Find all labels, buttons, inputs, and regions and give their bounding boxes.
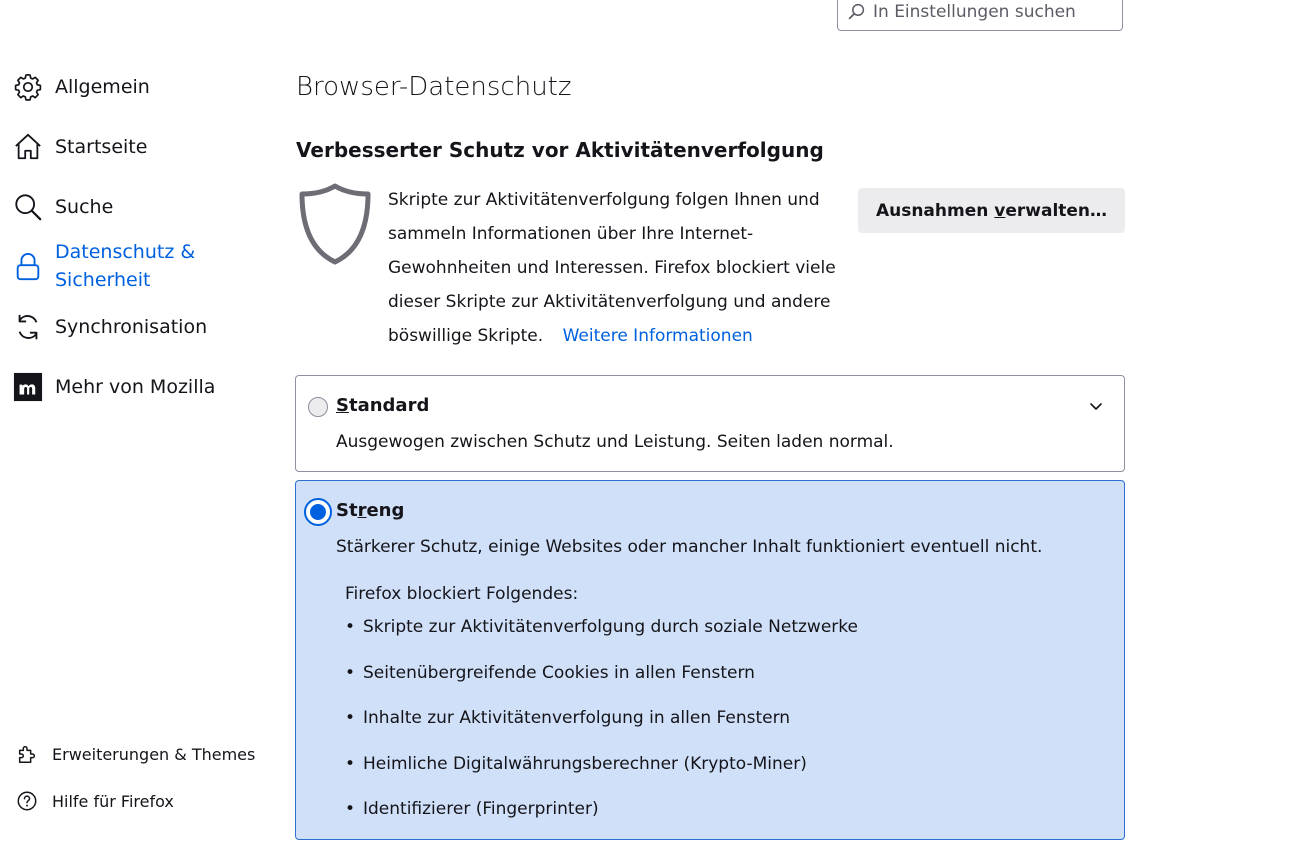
home-icon <box>12 131 43 162</box>
strict-title: Streng <box>336 500 404 521</box>
sync-icon <box>12 311 43 342</box>
mozilla-icon <box>12 371 43 402</box>
etp-heading: Verbesserter Schutz vor Aktivitätenverfo… <box>296 138 824 162</box>
standard-title: Standard <box>336 395 429 416</box>
learn-more-link[interactable]: Weitere Informationen <box>563 326 753 346</box>
puzzle-icon <box>18 745 36 763</box>
sidebar-item-sync[interactable]: Synchronisation <box>12 311 207 342</box>
manage-exceptions-button[interactable]: Ausnahmen verwalten… <box>858 188 1125 233</box>
standard-radio[interactable] <box>308 397 328 417</box>
sidebar-item-label: Synchronisation <box>55 315 208 338</box>
help-icon <box>17 791 37 811</box>
list-item: Seitenübergreifende Cookies in allen Fen… <box>345 663 858 709</box>
list-item: Inhalte zur Aktivitätenverfolgung in all… <box>345 708 858 754</box>
sidebar-item-privacy[interactable]: Datenschutz & Sicherheit <box>12 238 195 294</box>
sidebar-item-help[interactable]: Hilfe für Firefox <box>16 790 174 812</box>
sidebar-item-extensions[interactable]: Erweiterungen & Themes <box>16 743 255 765</box>
button-label-part: Ausnahmen <box>875 200 995 221</box>
search-icon <box>848 3 865 20</box>
access-key: S <box>336 395 349 416</box>
strict-option-card[interactable]: Streng Stärkerer Schutz, einige Websites… <box>295 480 1125 840</box>
sidebar-item-more-mozilla[interactable]: Mehr von Mozilla <box>12 371 215 402</box>
sidebar-item-label: Allgemein <box>55 75 150 98</box>
lock-icon <box>12 251 43 282</box>
sidebar-item-label: Mehr von Mozilla <box>55 375 216 398</box>
sidebar-item-label: Hilfe für Firefox <box>52 791 174 811</box>
blocks-heading: Firefox blockiert Folgendes: <box>345 584 579 604</box>
standard-option-card[interactable]: Standard Ausgewogen zwischen Schutz und … <box>295 375 1125 472</box>
access-key: v <box>994 200 1006 221</box>
standard-description: Ausgewogen zwischen Schutz und Leistung.… <box>336 432 894 452</box>
sidebar-item-search[interactable]: Suche <box>12 191 113 222</box>
list-item: Skripte zur Aktivitätenverfolgung durch … <box>345 617 858 663</box>
gear-icon <box>12 71 43 102</box>
search-icon <box>12 191 43 222</box>
sidebar-item-label-line2: Sicherheit <box>55 269 151 291</box>
list-item: Identifizierer (Fingerprinter) <box>345 799 858 845</box>
title-part: St <box>336 500 358 521</box>
sidebar-item-label: Datenschutz & <box>55 241 196 263</box>
button-label-part: erwalten… <box>1005 200 1108 221</box>
shield-icon <box>299 183 371 265</box>
title-part: tandard <box>348 395 430 416</box>
sidebar-item-general[interactable]: Allgemein <box>12 71 150 102</box>
chevron-down-icon[interactable] <box>1088 398 1104 414</box>
strict-radio[interactable] <box>304 498 332 526</box>
sidebar-item-label: Startseite <box>55 135 148 158</box>
title-part: eng <box>366 500 405 521</box>
sidebar-item-label: Suche <box>55 195 114 218</box>
blocks-list: Skripte zur Aktivitätenverfolgung durch … <box>345 617 858 845</box>
sidebar-item-home[interactable]: Startseite <box>12 131 147 162</box>
page-title: Browser-Datenschutz <box>296 72 572 102</box>
search-input[interactable] <box>873 1 1113 22</box>
sidebar-item-label: Erweiterungen & Themes <box>52 744 256 764</box>
settings-search[interactable] <box>837 0 1123 31</box>
strict-description: Stärkerer Schutz, einige Websites oder m… <box>336 537 1043 557</box>
list-item: Heimliche Digitalwährungsberechner (Kryp… <box>345 754 858 800</box>
etp-description: Skripte zur Aktivitätenverfolgung folgen… <box>388 190 836 346</box>
